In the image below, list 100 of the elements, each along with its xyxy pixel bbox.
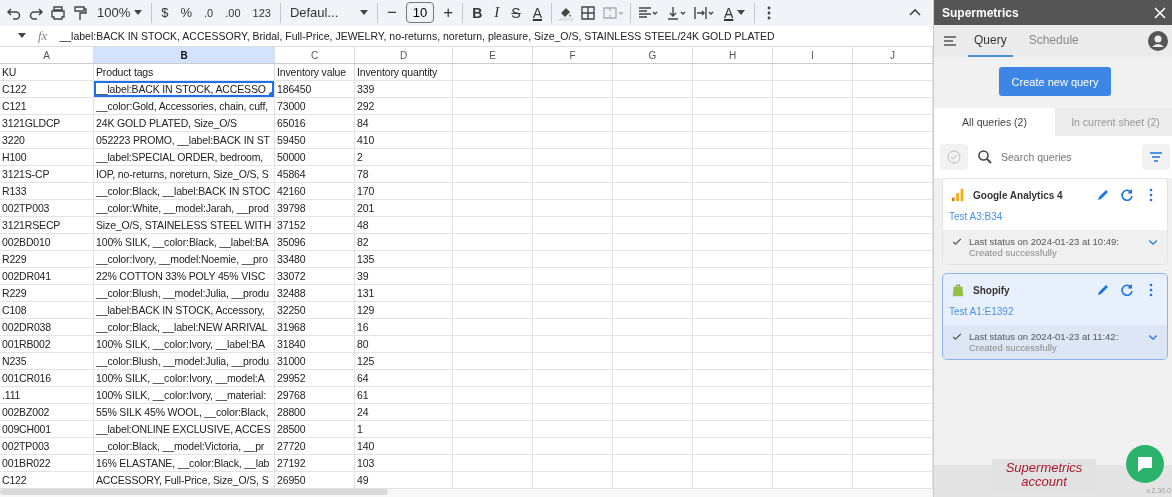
- table-cell: 002TP003: [0, 200, 94, 217]
- search-field[interactable]: Search queries: [999, 150, 1133, 164]
- table-cell: KU: [0, 64, 94, 81]
- table-cell: 42160: [275, 183, 355, 200]
- table-cell: 125: [355, 353, 453, 370]
- column-header[interactable]: H: [693, 47, 773, 64]
- caret-icon: [359, 10, 368, 16]
- refresh-icon[interactable]: [1119, 282, 1135, 298]
- print-icon[interactable]: [50, 5, 66, 21]
- table-cell: R133: [0, 183, 94, 200]
- table-cell: 61: [355, 387, 453, 404]
- edit-icon[interactable]: [1095, 187, 1111, 203]
- currency-button[interactable]: $: [158, 3, 172, 23]
- column-header[interactable]: C: [275, 47, 355, 64]
- table-cell: __color:Ivory, __model:Noemie, __pro: [94, 251, 275, 268]
- table-cell: 22% COTTON 33% POLY 45% VISC: [94, 268, 275, 285]
- increase-font-button[interactable]: +: [440, 1, 457, 25]
- undo-icon[interactable]: [6, 5, 22, 21]
- table-cell: 001RB002: [0, 336, 94, 353]
- fx-label: fx: [38, 28, 48, 44]
- text-wrap-icon[interactable]: [693, 5, 716, 21]
- checkmark-icon: [951, 236, 963, 248]
- table-cell: __label:SPECIAL ORDER, bedroom,: [94, 149, 275, 166]
- text-rotation-button[interactable]: A: [721, 3, 749, 23]
- paint-roller-icon[interactable]: [72, 5, 88, 21]
- fill-color-icon[interactable]: [558, 5, 575, 21]
- table-cell: 129: [355, 302, 453, 319]
- zoom-dropdown[interactable]: 100%: [94, 3, 146, 23]
- tab[interactable]: All queries (2): [934, 108, 1055, 136]
- edit-icon[interactable]: [1095, 282, 1111, 298]
- column-header[interactable]: A: [0, 47, 94, 64]
- caret-icon[interactable]: [18, 33, 26, 39]
- vertical-align-icon[interactable]: [665, 5, 688, 21]
- table-cell: __color:Blush, __model:Julia, __produ: [94, 353, 275, 370]
- redo-icon[interactable]: [28, 5, 44, 21]
- avatar-icon[interactable]: [1148, 31, 1168, 51]
- formula-input[interactable]: __label:BACK IN STOCK, ACCESSORY, Bridal, Full-Price, JEWELRY, no-returns, noreturn, pleasure, Size_O/S, STAINLESS STEEL/24K GOLD PLATED: [59, 30, 775, 42]
- align-left-icon[interactable]: [637, 5, 660, 21]
- search-icon: [977, 149, 993, 165]
- menu-icon[interactable]: [942, 33, 958, 49]
- table-cell: 3121RSECP: [0, 217, 94, 234]
- table-cell: 100% SILK, __color:Ivory, __model:A: [94, 370, 275, 387]
- table-cell: 48: [355, 217, 453, 234]
- table-cell: Product tags: [94, 64, 275, 81]
- table-cell: 16: [355, 319, 453, 336]
- tab[interactable]: Query: [968, 25, 1013, 57]
- table-cell: .111: [0, 387, 94, 404]
- table-cell: __color:Gold, Accessories, chain, cuff,: [94, 98, 275, 115]
- column-header[interactable]: G: [613, 47, 693, 64]
- strikethrough-button[interactable]: S: [508, 3, 524, 23]
- merge-cells-icon[interactable]: [602, 5, 625, 21]
- sort-button[interactable]: [1142, 144, 1170, 170]
- query-name: Shopify: [973, 284, 1010, 296]
- panel-title: Supermetrics: [942, 5, 1019, 20]
- percent-button[interactable]: %: [177, 3, 196, 23]
- table-cell: 186450: [275, 81, 355, 98]
- range-link[interactable]: Test A3:B34: [943, 207, 1167, 230]
- table-cell: __color:Black, __label:BACK IN STOC: [94, 183, 275, 200]
- font-size-field[interactable]: 10: [405, 2, 435, 24]
- table-cell: 3121S-CP: [0, 166, 94, 183]
- scrollbar-thumb[interactable]: [0, 489, 388, 495]
- column-header[interactable]: D: [355, 47, 453, 64]
- text-color-button[interactable]: A: [529, 3, 546, 23]
- table-cell: __label:BACK IN STOCK, Accessory,: [94, 302, 275, 319]
- decrease-decimal-button[interactable]: .0: [201, 5, 217, 21]
- borders-icon[interactable]: [580, 5, 597, 21]
- number-format-button[interactable]: 123: [249, 5, 274, 21]
- column-header[interactable]: E: [453, 47, 533, 64]
- table-cell: 001BR022: [0, 455, 94, 472]
- column-header[interactable]: I: [773, 47, 853, 64]
- query-card[interactable]: Google Analytics 4 Test A3:B34 Last status on 2024-01-23 at 10:49: Created successfully: [942, 178, 1168, 265]
- create-query-button[interactable]: Create new query: [999, 67, 1111, 96]
- table-cell: 170: [355, 183, 453, 200]
- caret-icon: [134, 10, 143, 16]
- column-header[interactable]: F: [533, 47, 613, 64]
- italic-button[interactable]: I: [491, 2, 503, 24]
- chat-button[interactable]: [1126, 445, 1164, 483]
- sort-icon: [1148, 149, 1164, 165]
- table-cell: C122: [0, 81, 94, 98]
- increase-decimal-button[interactable]: .00: [222, 5, 244, 21]
- table-cell: 16% ELASTANE, __color:Black, __lab: [94, 455, 275, 472]
- font-dropdown[interactable]: Defaul...: [286, 3, 371, 23]
- bold-button[interactable]: B: [469, 3, 486, 23]
- table-cell: 32488: [275, 285, 355, 302]
- table-cell: __label:BACK IN STOCK, ACCESSO: [94, 81, 275, 98]
- table-cell: 55% SILK 45% WOOL, __color:Black,: [94, 404, 275, 421]
- column-header[interactable]: J: [853, 47, 933, 64]
- decrease-font-button[interactable]: −: [383, 1, 400, 25]
- table-cell: Inventory quantity: [355, 64, 453, 81]
- fill-handle[interactable]: [269, 92, 274, 97]
- table-cell: Inventory value: [275, 64, 355, 81]
- table-cell: 131: [355, 285, 453, 302]
- close-icon[interactable]: [1152, 4, 1168, 21]
- table-cell: __color:Blush, __model:Julia, __produ: [94, 285, 275, 302]
- query-card[interactable]: Shopify Test A1:E1392 Last status on 2024-01-23 at 11:42: Created successfully: [942, 273, 1168, 360]
- column-header[interactable]: B: [94, 47, 275, 64]
- table-cell: 28500: [275, 421, 355, 438]
- refresh-icon[interactable]: [1119, 187, 1135, 203]
- table-cell: 64: [355, 370, 453, 387]
- bar-chart-icon: [951, 188, 965, 202]
